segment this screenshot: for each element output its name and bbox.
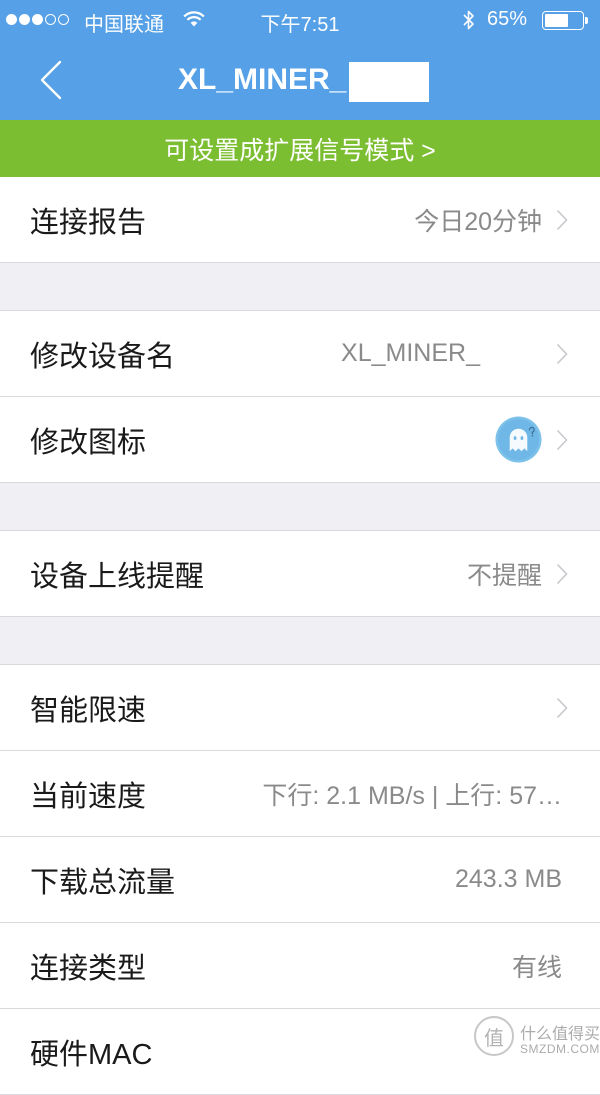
row-connection-type: 连接类型 有线 bbox=[0, 923, 600, 1009]
row-value: XL_MINER_ bbox=[341, 339, 480, 367]
chevron-right-icon bbox=[556, 343, 568, 365]
title-group: XL_MINER_ bbox=[178, 60, 430, 102]
chevron-right-icon bbox=[556, 697, 568, 719]
battery-percent: 65% bbox=[487, 8, 528, 30]
row-label: 连接报告 bbox=[30, 206, 147, 239]
row-label: 智能限速 bbox=[30, 694, 147, 727]
settings-list: 连接报告 今日20分钟 修改设备名 XL_MINER_ 修改图标 设备上线提醒 … bbox=[0, 177, 600, 1095]
row-rename-device[interactable]: 修改设备名 XL_MINER_ bbox=[0, 311, 600, 397]
watermark-logo: 值 bbox=[474, 1016, 514, 1056]
chevron-right-icon bbox=[556, 209, 568, 231]
nav-bar: XL_MINER_ bbox=[0, 40, 600, 120]
row-online-alert[interactable]: 设备上线提醒 不提醒 bbox=[0, 531, 600, 617]
status-bar: 中国联通 下午7:51 65% bbox=[0, 0, 600, 40]
chevron-right-icon bbox=[556, 563, 568, 585]
battery-fill bbox=[545, 14, 569, 27]
row-label: 硬件MAC bbox=[30, 1038, 153, 1071]
battery-icon bbox=[542, 11, 584, 30]
row-speed-limit[interactable]: 智能限速 bbox=[0, 665, 600, 751]
extender-mode-banner[interactable]: 可设置成扩展信号模式 > bbox=[0, 120, 600, 177]
section-gap bbox=[0, 617, 600, 664]
back-button[interactable] bbox=[38, 59, 64, 101]
section-device: 修改设备名 XL_MINER_ 修改图标 bbox=[0, 310, 600, 483]
row-value: 有线 bbox=[511, 953, 562, 982]
row-connection-report[interactable]: 连接报告 今日20分钟 bbox=[0, 177, 600, 263]
row-label: 连接类型 bbox=[30, 952, 147, 985]
page-title: XL_MINER_ bbox=[178, 63, 347, 96]
bluetooth-icon bbox=[463, 9, 475, 36]
section-report: 连接报告 今日20分钟 bbox=[0, 177, 600, 263]
row-value: 今日20分钟 bbox=[414, 207, 542, 236]
row-label: 下载总流量 bbox=[30, 866, 176, 899]
ghost-avatar-icon bbox=[495, 416, 542, 463]
row-label: 设备上线提醒 bbox=[30, 560, 205, 593]
row-value: 下行: 2.1 MB/s | 上行: 57… bbox=[262, 781, 562, 810]
row-change-icon[interactable]: 修改图标 bbox=[0, 397, 600, 483]
row-value: 不提醒 bbox=[466, 561, 542, 590]
row-label: 修改设备名 bbox=[30, 340, 176, 373]
section-gap bbox=[0, 263, 600, 310]
chevron-left-icon bbox=[40, 60, 62, 100]
section-alerts: 设备上线提醒 不提醒 bbox=[0, 530, 600, 617]
row-total-download: 下载总流量 243.3 MB bbox=[0, 837, 600, 923]
banner-text: 可设置成扩展信号模式 > bbox=[164, 136, 436, 165]
section-gap bbox=[0, 483, 600, 530]
watermark: 值 什么值得买 SMZDM.COM bbox=[474, 1014, 600, 1062]
row-value: 243.3 MB bbox=[454, 865, 562, 893]
redaction-box bbox=[349, 62, 430, 102]
row-current-speed: 当前速度 下行: 2.1 MB/s | 上行: 57… bbox=[0, 751, 600, 837]
row-label: 当前速度 bbox=[30, 780, 147, 813]
chevron-right-icon bbox=[556, 429, 568, 451]
watermark-site: SMZDM.COM bbox=[520, 1042, 600, 1056]
battery-nub bbox=[585, 17, 588, 24]
watermark-name: 什么值得买 bbox=[520, 1026, 600, 1043]
row-label: 修改图标 bbox=[30, 426, 147, 459]
